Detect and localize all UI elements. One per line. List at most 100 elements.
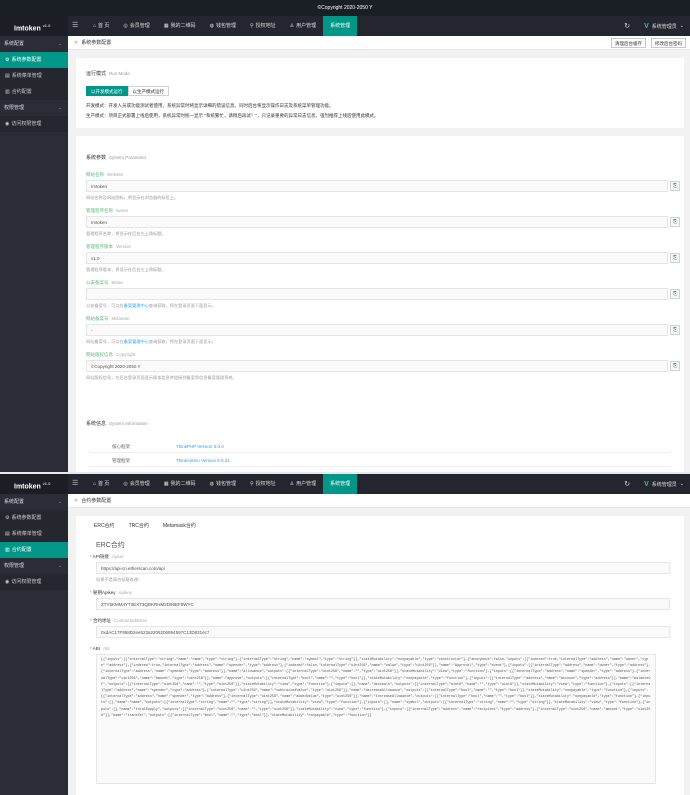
copyright-tip: ©Copyright 2020-2050 Y <box>0 0 690 16</box>
contract-address-input[interactable]: 0xdAC17F958D2ee523a2206206994597C13D831e… <box>96 626 670 638</box>
person-icon: ♙ <box>289 23 295 29</box>
sidebar-item-contract-config[interactable]: ▥ 合约配置 <box>0 542 68 558</box>
app-version-input[interactable]: v1.0 <box>86 252 668 264</box>
copy-icon[interactable]: ⎘ <box>670 361 680 371</box>
thinkadmin-link[interactable]: ThinkAdmin Version 6.0.21 <box>176 454 230 467</box>
brand-logo: Imtoken v1.0 <box>0 474 68 494</box>
system-params-screen: ©Copyright 2020-2050 Y Imtoken v1.0 ☰ ⌂ 首… <box>0 0 690 472</box>
sidebar-group-permission[interactable]: 权限管理 ⌄ <box>0 558 68 574</box>
sidebar-group-system-config[interactable]: 系统配置 ⌄ <box>0 494 68 510</box>
person-icon: ♙ <box>289 481 295 487</box>
qrcode-icon: ▦ <box>163 23 169 29</box>
hamburger-icon[interactable]: ☰ <box>72 16 84 36</box>
copy-icon[interactable]: ⎘ <box>670 181 680 191</box>
prod-mode-button[interactable]: 以生产模式运行 <box>127 86 169 96</box>
copy-icon[interactable]: ⎘ <box>670 289 680 299</box>
top-navbar: Imtoken v1.0 ☰ ⌂ 首 页 ◎ 会员管理 ▦ 我的二维码 ◍ 钱包管理 ⚲… <box>0 16 690 36</box>
nav-qrcode[interactable]: ▦ 我的二维码 <box>157 474 203 494</box>
admin-avatar-icon: V <box>644 22 649 30</box>
system-info-card: 系统信息 System Information 核心框架 ThinkPHP Vers… <box>76 406 684 472</box>
chevron-down-icon: ⌄ <box>57 499 62 505</box>
nav-home[interactable]: ⌂ 首 页 <box>86 474 116 494</box>
nav-auth-address[interactable]: ⚲ 授权地址 <box>243 474 283 494</box>
location-icon: ⚲ <box>249 481 254 487</box>
chevron-down-icon: ⌄ <box>57 563 62 569</box>
nav-users[interactable]: ♙ 用户管理 <box>283 474 324 494</box>
apiurl-input[interactable]: https://api-cn.etherscan.com/api <box>96 562 670 574</box>
nav-home[interactable]: ⌂ 首 页 <box>86 16 116 36</box>
nav-wallet[interactable]: ◍ 钱包管理 <box>203 16 243 36</box>
nav-wallet[interactable]: ◍ 钱包管理 <box>203 474 243 494</box>
nav-users[interactable]: ♙ 用户管理 <box>283 16 324 36</box>
list-icon: ▤ <box>5 73 10 79</box>
sidebar-item-system-params[interactable]: ⚙ 系统参数配置 <box>0 510 68 526</box>
chevron-down-icon: ⌄ <box>57 41 62 47</box>
brand-logo: Imtoken v1.0 <box>0 16 68 36</box>
change-password-button[interactable]: 修改后台密码 <box>651 38 686 48</box>
sidebar-item-access-permission[interactable]: ◉ 访问权限管理 <box>0 116 68 132</box>
field-label-abi: * ABI Abi <box>90 646 110 651</box>
website-name-help: 网站名称及网站图标，将显示在浏览器的标签上。 <box>86 195 179 200</box>
field-label-copyright: 网站版权信息 Copyright <box>86 352 136 357</box>
miitbeian-input[interactable]: - <box>86 324 668 336</box>
sidebar-group-system-config[interactable]: 系统配置 ⌄ <box>0 36 68 52</box>
user-icon: ◎ <box>123 481 128 487</box>
thinkphp-link[interactable]: ThinkPHP Version 6.0.0 <box>176 440 224 453</box>
run-mode-switch: 以开发模式运行 以生产模式运行 <box>86 86 169 96</box>
shield-icon: ◉ <box>5 579 10 585</box>
sidebar-group-permission[interactable]: 权限管理 ⌄ <box>0 100 68 116</box>
right-tools: ↻ V 系统管理员 ⌄ <box>624 16 684 36</box>
sidebar-item-system-params[interactable]: ⚙ 系统参数配置 <box>0 52 68 68</box>
close-icon[interactable]: ✕ <box>74 498 78 504</box>
miitbeian-help: 网站备案号，可以在备案管理中心查询获取，将在登录页面下面显示。 <box>86 339 216 344</box>
sidebar-item-contract-config[interactable]: ▥ 合约配置 <box>0 84 68 100</box>
nav-system[interactable]: 系统管理 <box>323 16 358 36</box>
user-menu[interactable]: V 系统管理员 ⌄ <box>644 23 684 30</box>
prod-mode-note: 生产模式：项目正式部署上线后使用，系统异常时统一显示 "系统繁忙，请稍后再试！"… <box>86 113 379 118</box>
breadcrumb: ✕ 系统参数配置 <box>68 36 690 50</box>
field-label-apiurl: * API链接 Apiurl <box>90 554 124 559</box>
nav-members[interactable]: ◎ 会员管理 <box>116 16 156 36</box>
website-name-input[interactable]: Imtoken <box>86 180 668 192</box>
user-icon: ◎ <box>123 23 128 29</box>
copy-icon[interactable]: ⎘ <box>670 217 680 227</box>
beian-center-link[interactable]: 备案管理中心 <box>124 303 149 308</box>
home-icon: ⌂ <box>93 23 97 29</box>
sidebar-item-menu-manage[interactable]: ▤ 系统菜单管理 <box>0 68 68 84</box>
document-icon: ▥ <box>5 547 10 553</box>
app-version-help: 管理程序版本，将显示在后台左上角标题。 <box>86 267 166 272</box>
copy-icon[interactable]: ⎘ <box>670 325 680 335</box>
table-row: 管理框架 ThinkAdmin Version 6.0.21 <box>90 454 670 467</box>
sidebar-item-menu-manage[interactable]: ▤ 系统菜单管理 <box>0 526 68 542</box>
close-icon[interactable]: ✕ <box>74 40 78 46</box>
nav-members[interactable]: ◎ 会员管理 <box>116 474 156 494</box>
sidebar: 系统配置 ⌄ ⚙ 系统参数配置 ▤ 系统菜单管理 ▥ 合约配置 权限管理 ⌄ ◉ 访问权限管… <box>0 494 68 795</box>
copy-icon[interactable]: ⎘ <box>670 253 680 263</box>
hamburger-icon[interactable]: ☰ <box>72 474 84 494</box>
tab-erc[interactable]: ERC合约 <box>94 520 115 532</box>
app-name-input[interactable]: Imtoken <box>86 216 668 228</box>
tab-metamask[interactable]: Metamask合约 <box>163 520 196 532</box>
top-nav: ⌂ 首 页 ◎ 会员管理 ▦ 我的二维码 ◍ 钱包管理 ⚲ 授权地址 ♙ 用户管理 系统管理 <box>86 16 358 36</box>
apikey-input[interactable]: ZTY5KMM4YT3EXT3QBKRHM2D99EF8WYC <box>96 598 670 610</box>
refresh-icon[interactable]: ↻ <box>624 480 630 488</box>
nav-system[interactable]: 系统管理 <box>323 474 358 494</box>
beian-input[interactable] <box>86 288 668 300</box>
user-menu[interactable]: V 系统管理员 ⌄ <box>644 481 684 488</box>
system-params-title: 系统参数 System Parameter <box>86 155 147 161</box>
dev-mode-button[interactable]: 以开发模式运行 <box>86 86 128 96</box>
clear-cache-button[interactable]: 清理后台缓存 <box>611 38 646 48</box>
copyright-input[interactable]: ©Copyright 2020-2050 Y <box>86 360 668 372</box>
sidebar-item-access-permission[interactable]: ◉ 访问权限管理 <box>0 574 68 590</box>
system-params-card: 系统参数 System Parameter 网站名称 Website Imtoken… <box>76 136 684 426</box>
dev-mode-note: 开发模式：开发人员或功能测试者使用，系统异常时将显示详细的错误信息，同时后台将显… <box>86 103 334 108</box>
nav-auth-address[interactable]: ⚲ 授权地址 <box>243 16 283 36</box>
abi-textarea[interactable]: [{"inputs":[{"internalType":"string","na… <box>96 654 656 784</box>
tab-trc[interactable]: TRC合约 <box>129 520 149 532</box>
right-tools: ↻ V 系统管理员 ⌄ <box>624 474 684 494</box>
refresh-icon[interactable]: ↻ <box>624 22 630 30</box>
beian-center-link[interactable]: 备案管理中心 <box>124 339 149 344</box>
breadcrumb: ✕ 合约参数配置 <box>68 494 690 508</box>
nav-qrcode[interactable]: ▦ 我的二维码 <box>157 16 203 36</box>
field-label-beian: 公安备案号 Beian <box>86 280 124 285</box>
